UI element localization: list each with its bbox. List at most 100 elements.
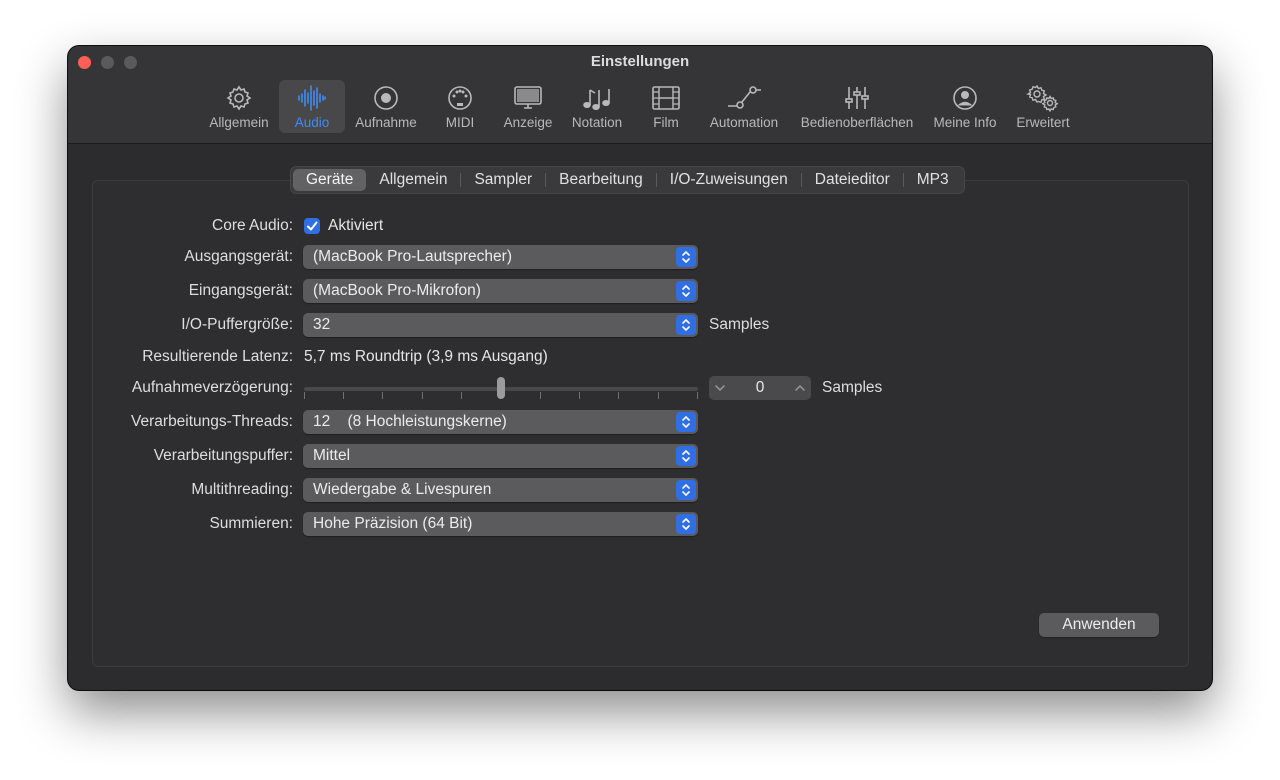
toolbar-item-anzeige[interactable]: Anzeige [498,80,558,133]
window-title: Einstellungen [590,53,690,70]
toolbar-label: Audio [294,115,330,130]
slider-tick [304,392,305,399]
core-audio-label: Core Audio: [212,217,293,234]
popup-arrows-icon [676,412,696,432]
tab-dateieditor[interactable]: Dateieditor [802,169,903,191]
slider-tick [382,392,383,399]
select-value: 32 [313,316,331,333]
preferences-toolbar: Allgemein Audio Aufnahme MIDI Anzeige No… [68,80,1212,134]
process-buffer-select[interactable]: Mittel [303,444,698,468]
record-delay-row: Aufnahmeverzögerung: 0 Samples [68,376,1212,402]
select-value: Hohe Präzision (64 Bit) [313,515,473,532]
gears-icon [1026,84,1059,112]
select-value: (MacBook Pro-Lautsprecher) [313,248,512,265]
popup-arrows-icon [676,446,696,466]
slider-tick [697,392,698,399]
toolbar-item-erweitert[interactable]: Erweitert [1010,80,1076,133]
core-audio-row: Core Audio: Aktiviert [68,214,1212,240]
multithreading-row: Multithreading: Wiedergabe & Livespuren [68,478,1212,504]
popup-arrows-icon [676,281,696,301]
latency-label: Resultierende Latenz: [142,348,293,365]
toolbar-label: Automation [709,115,779,130]
process-buffer-label: Verarbeitungspuffer: [153,447,293,464]
toolbar-item-notation[interactable]: Notation [566,80,628,133]
summing-select[interactable]: Hohe Präzision (64 Bit) [303,512,698,536]
film-icon [652,86,680,110]
select-value: 12 (8 Hochleistungskerne) [313,413,507,430]
tab-mp3[interactable]: MP3 [904,169,962,191]
tab-geraete[interactable]: Geräte [293,169,367,191]
slider-tick [658,392,659,399]
toolbar-item-meine-info[interactable]: Meine Info [928,80,1002,133]
record-delay-unit: Samples [822,379,883,396]
threads-row: Verarbeitungs-Threads: 12 (8 Hochleistun… [68,410,1212,436]
music-notes-icon [583,89,610,110]
multithreading-label: Multithreading: [191,481,293,498]
checkmark-icon [307,221,318,231]
toolbar-item-midi[interactable]: MIDI [432,80,488,133]
record-icon [374,86,398,110]
display-icon [514,86,542,109]
waveform-icon [298,85,326,111]
toolbar-label: Erweitert [1016,115,1070,130]
core-audio-checkbox[interactable] [304,218,320,234]
slider-tick [461,392,462,399]
threads-select[interactable]: 12 (8 Hochleistungskerne) [303,410,698,434]
select-value: Mittel [313,447,351,464]
summing-row: Summieren: Hohe Präzision (64 Bit) [68,512,1212,538]
toolbar-label: Allgemein [209,115,269,130]
output-device-label: Ausgangsgerät: [184,248,293,265]
toolbar-label: Aufnahme [355,115,417,130]
toolbar-item-automation[interactable]: Automation [704,80,784,133]
slider-tick [540,392,541,399]
slider-tick [579,392,580,399]
input-device-select[interactable]: (MacBook Pro-Mikrofon) [303,279,698,303]
toolbar-item-aufnahme[interactable]: Aufnahme [352,80,420,133]
sliders-icon [845,87,869,109]
record-delay-stepper: 0 [709,376,811,400]
process-buffer-row: Verarbeitungspuffer: Mittel [68,444,1212,470]
latency-row: Resultierende Latenz: 5,7 ms Roundtrip (… [68,345,1212,371]
toolbar-label: MIDI [445,115,475,130]
toolbar-item-audio[interactable]: Audio [279,80,345,133]
slider-tick [343,392,344,399]
output-device-row: Ausgangsgerät: (MacBook Pro-Lautsprecher… [68,245,1212,271]
record-delay-label: Aufnahmeverzögerung: [131,379,293,396]
popup-arrows-icon [676,480,696,500]
apply-button[interactable]: Anwenden [1039,613,1159,637]
toolbar-item-bedienoberflaechen[interactable]: Bedienoberflächen [794,80,920,133]
toolbar-label: Film [653,115,679,130]
latency-value: 5,7 ms Roundtrip (3,9 ms Ausgang) [304,348,548,365]
select-value: (MacBook Pro-Mikrofon) [313,282,481,299]
output-device-select[interactable]: (MacBook Pro-Lautsprecher) [303,245,698,269]
select-value: Wiedergabe & Livespuren [313,481,492,498]
buffer-size-unit: Samples [709,316,770,333]
popup-arrows-icon [676,247,696,267]
chevron-up-icon [795,384,805,391]
toolbar-label: Bedienoberflächen [800,115,914,130]
tab-bar: Geräte Allgemein Sampler Bearbeitung I/O… [290,166,965,194]
title-bar: Einstellungen Allgemein Audio Aufnahme M… [68,46,1212,144]
buffer-size-label: I/O-Puffergröße: [181,316,293,333]
stepper-increment-button[interactable] [789,376,811,400]
popup-arrows-icon [676,514,696,534]
toolbar-item-allgemein[interactable]: Allgemein [206,80,272,133]
slider-tick [422,392,423,399]
tab-bearbeitung[interactable]: Bearbeitung [546,169,656,191]
buffer-size-select[interactable]: 32 [303,313,698,337]
multithreading-select[interactable]: Wiedergabe & Livespuren [303,478,698,502]
input-device-row: Eingangsgerät: (MacBook Pro-Mikrofon) [68,279,1212,305]
toolbar-label: Notation [571,115,623,130]
gear-icon [226,85,252,111]
preferences-window: Einstellungen Allgemein Audio Aufnahme M… [68,46,1212,690]
tab-io-zuweisungen[interactable]: I/O-Zuweisungen [657,169,801,191]
toolbar-label: Meine Info [933,115,997,130]
tab-allgemein[interactable]: Allgemein [366,169,460,191]
toolbar-item-film[interactable]: Film [638,80,694,133]
slider-thumb[interactable] [497,377,505,399]
automation-icon [728,86,761,109]
slider-tick [618,392,619,399]
core-audio-checkbox-label[interactable]: Aktiviert [328,217,383,235]
tab-sampler[interactable]: Sampler [461,169,545,191]
summing-label: Summieren: [209,515,293,532]
